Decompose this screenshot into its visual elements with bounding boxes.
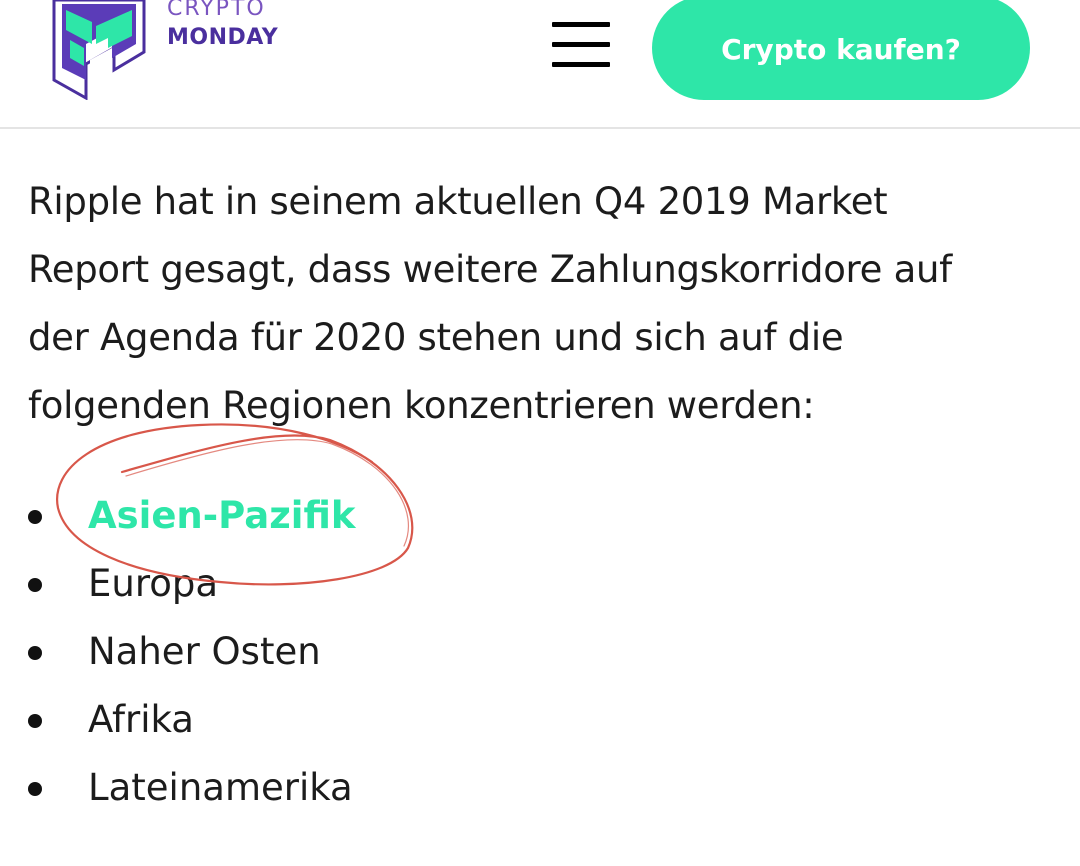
list-item-label: Lateinamerika [88,766,353,809]
bullet-icon [28,782,42,796]
list-item-label: Naher Osten [88,630,321,673]
paragraph-line: Report gesagt, dass weitere Zahlungskorr… [28,248,952,291]
bullet-icon [28,510,42,524]
article-body: Ripple hat in seinem aktuellen Q4 2019 M… [28,168,1068,809]
list-item-europe: Europa [28,550,355,618]
buy-crypto-button[interactable]: Crypto kaufen? [652,0,1030,100]
list-item-label: Europa [88,562,219,605]
article-paragraph: Ripple hat in seinem aktuellen Q4 2019 M… [28,168,1068,440]
bullet-icon [28,578,42,592]
paragraph-line: der Agenda für 2020 stehen und sich auf … [28,316,844,359]
logo-line-monday: MONDAY [167,25,279,50]
paragraph-line: folgenden Regionen konzentrieren werden: [28,384,815,427]
logo-line-crypto: CRYPTO [167,0,266,21]
list-item-latin-america: Lateinamerika [28,754,355,822]
bullet-icon [28,646,42,660]
bullet-icon [28,714,42,728]
list-item-label: Afrika [88,698,194,741]
list-item-africa: Afrika [28,686,355,754]
site-header: CRYPTO MONDAY Crypto kaufen? [0,0,1080,129]
crypto-monday-logo-icon[interactable] [52,0,148,100]
list-item-middle-east: Naher Osten [28,618,355,686]
paragraph-line: Ripple hat in seinem aktuellen Q4 2019 M… [28,180,888,223]
logo-wordmark[interactable]: CRYPTO MONDAY [167,0,278,49]
list-item-asia-pacific: Asien-Pazifik [28,482,355,550]
hamburger-menu-icon[interactable] [552,22,610,68]
list-item-label[interactable]: Asien-Pazifik [88,494,355,537]
regions-list: Asien-Pazifik Europa Naher Osten Afrika … [28,482,355,822]
